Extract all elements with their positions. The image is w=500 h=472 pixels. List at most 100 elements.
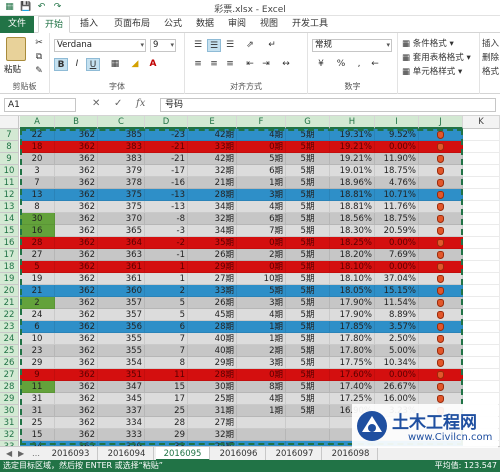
cell-k[interactable] bbox=[463, 297, 500, 309]
cell-i[interactable]: 18.75% bbox=[375, 165, 419, 177]
cell-j[interactable] bbox=[419, 333, 463, 345]
row-header[interactable]: 16 bbox=[0, 237, 19, 249]
cell-g[interactable]: 5期 bbox=[286, 381, 330, 393]
cell-d[interactable]: 1 bbox=[145, 261, 188, 273]
cell-a[interactable]: 31 bbox=[20, 405, 55, 417]
cell-f[interactable]: 8期 bbox=[237, 381, 286, 393]
increase-decimal-icon[interactable]: ← bbox=[368, 58, 382, 71]
row-header[interactable]: 30 bbox=[0, 405, 19, 417]
sheet-tab[interactable]: 2016096 bbox=[212, 447, 266, 461]
cell-i[interactable]: 0.00% bbox=[375, 369, 419, 381]
align-left-icon[interactable]: ≡ bbox=[191, 58, 205, 71]
cell-a[interactable]: 27 bbox=[20, 249, 55, 261]
cell-b[interactable]: 362 bbox=[55, 273, 98, 285]
cell-f[interactable]: 4期 bbox=[237, 309, 286, 321]
cell-a[interactable]: 2 bbox=[20, 297, 55, 309]
cell-k[interactable] bbox=[463, 189, 500, 201]
cell-g[interactable] bbox=[286, 417, 330, 429]
cell-h[interactable]: 19.21% bbox=[330, 141, 375, 153]
cell-f[interactable]: 0期 bbox=[237, 369, 286, 381]
cell-k[interactable] bbox=[463, 357, 500, 369]
cell-g[interactable]: 5期 bbox=[286, 129, 330, 141]
cell-b[interactable]: 362 bbox=[55, 321, 98, 333]
row-header[interactable]: 27 bbox=[0, 369, 19, 381]
table-format-button[interactable]: ▦ 套用表格格式 ▾ bbox=[402, 51, 471, 63]
file-tab[interactable]: 文件 bbox=[0, 16, 34, 33]
cell-f[interactable]: 1期 bbox=[237, 405, 286, 417]
cell-g[interactable]: 5期 bbox=[286, 237, 330, 249]
cell-e[interactable]: 27期 bbox=[188, 273, 237, 285]
cell-f[interactable]: 0期 bbox=[237, 261, 286, 273]
underline-button[interactable]: U bbox=[86, 58, 100, 71]
paste-icon[interactable] bbox=[6, 37, 26, 61]
cell-j[interactable] bbox=[419, 309, 463, 321]
cell-h[interactable]: 17.80% bbox=[330, 333, 375, 345]
cell-a[interactable]: 3 bbox=[20, 165, 55, 177]
cell-g[interactable]: 5期 bbox=[286, 213, 330, 225]
cell-c[interactable]: 370 bbox=[98, 213, 145, 225]
cell-e[interactable]: 33期 bbox=[188, 141, 237, 153]
comma-button[interactable]: , bbox=[352, 58, 366, 71]
cell-a[interactable]: 8 bbox=[20, 201, 55, 213]
cell-b[interactable]: 362 bbox=[55, 405, 98, 417]
align-top-icon[interactable]: ☰ bbox=[191, 39, 205, 52]
cell-a[interactable]: 20 bbox=[20, 153, 55, 165]
cell-k[interactable] bbox=[463, 141, 500, 153]
cell-e[interactable]: 25期 bbox=[188, 393, 237, 405]
cell-a[interactable]: 25 bbox=[20, 417, 55, 429]
tab-developer[interactable]: 开发工具 bbox=[286, 16, 334, 33]
cell-a[interactable]: 31 bbox=[20, 393, 55, 405]
cell-e[interactable]: 42期 bbox=[188, 129, 237, 141]
cell-g[interactable]: 5期 bbox=[286, 141, 330, 153]
cell-j[interactable] bbox=[419, 273, 463, 285]
cell-g[interactable]: 5期 bbox=[286, 357, 330, 369]
cell-d[interactable]: -21 bbox=[145, 153, 188, 165]
cell-h[interactable]: 18.10% bbox=[330, 273, 375, 285]
cell-f[interactable]: 2期 bbox=[237, 249, 286, 261]
cell-g[interactable]: 5期 bbox=[286, 321, 330, 333]
cell-h[interactable]: 18.10% bbox=[330, 261, 375, 273]
cell-k[interactable] bbox=[463, 381, 500, 393]
cell-h[interactable]: 17.80% bbox=[330, 345, 375, 357]
cell-i[interactable]: 3.57% bbox=[375, 321, 419, 333]
cell-g[interactable]: 5期 bbox=[286, 261, 330, 273]
cell-g[interactable]: 5期 bbox=[286, 393, 330, 405]
cell-j[interactable] bbox=[419, 213, 463, 225]
cell-k[interactable] bbox=[463, 249, 500, 261]
row-header[interactable]: 17 bbox=[0, 249, 19, 261]
cell-a[interactable]: 30 bbox=[20, 213, 55, 225]
column-header-f[interactable]: F bbox=[237, 116, 286, 129]
row-header[interactable]: 32 bbox=[0, 429, 19, 441]
cell-j[interactable] bbox=[419, 225, 463, 237]
cell-f[interactable] bbox=[237, 429, 286, 441]
cell-i[interactable]: 18.75% bbox=[375, 213, 419, 225]
tab-review[interactable]: 审阅 bbox=[222, 16, 252, 33]
cell-d[interactable]: -13 bbox=[145, 189, 188, 201]
cell-g[interactable]: 5期 bbox=[286, 285, 330, 297]
cell-g[interactable]: 5期 bbox=[286, 249, 330, 261]
formula-input[interactable]: 号码 bbox=[160, 98, 496, 112]
cell-e[interactable]: 40期 bbox=[188, 345, 237, 357]
cell-c[interactable]: 375 bbox=[98, 201, 145, 213]
cell-e[interactable]: 31期 bbox=[188, 405, 237, 417]
cell-k[interactable] bbox=[463, 345, 500, 357]
row-header[interactable]: 19 bbox=[0, 273, 19, 285]
cell-e[interactable]: 32期 bbox=[188, 213, 237, 225]
cell-e[interactable]: 34期 bbox=[188, 225, 237, 237]
cell-k[interactable] bbox=[463, 225, 500, 237]
cell-b[interactable]: 362 bbox=[55, 429, 98, 441]
cell-e[interactable]: 26期 bbox=[188, 249, 237, 261]
cell-i[interactable]: 37.04% bbox=[375, 273, 419, 285]
cell-b[interactable]: 362 bbox=[55, 213, 98, 225]
cell-j[interactable] bbox=[419, 249, 463, 261]
insert-cells-button[interactable]: 插入 bbox=[482, 37, 499, 49]
row-header[interactable]: 8 bbox=[0, 141, 19, 153]
row-header[interactable]: 14 bbox=[0, 213, 19, 225]
enter-icon[interactable]: ✓ bbox=[114, 98, 122, 109]
cell-f[interactable] bbox=[237, 417, 286, 429]
cell-i[interactable]: 11.76% bbox=[375, 201, 419, 213]
italic-button[interactable]: I bbox=[70, 58, 84, 71]
row-header[interactable]: 24 bbox=[0, 333, 19, 345]
orientation-icon[interactable]: ⇗ bbox=[243, 39, 257, 52]
cell-d[interactable]: -16 bbox=[145, 177, 188, 189]
